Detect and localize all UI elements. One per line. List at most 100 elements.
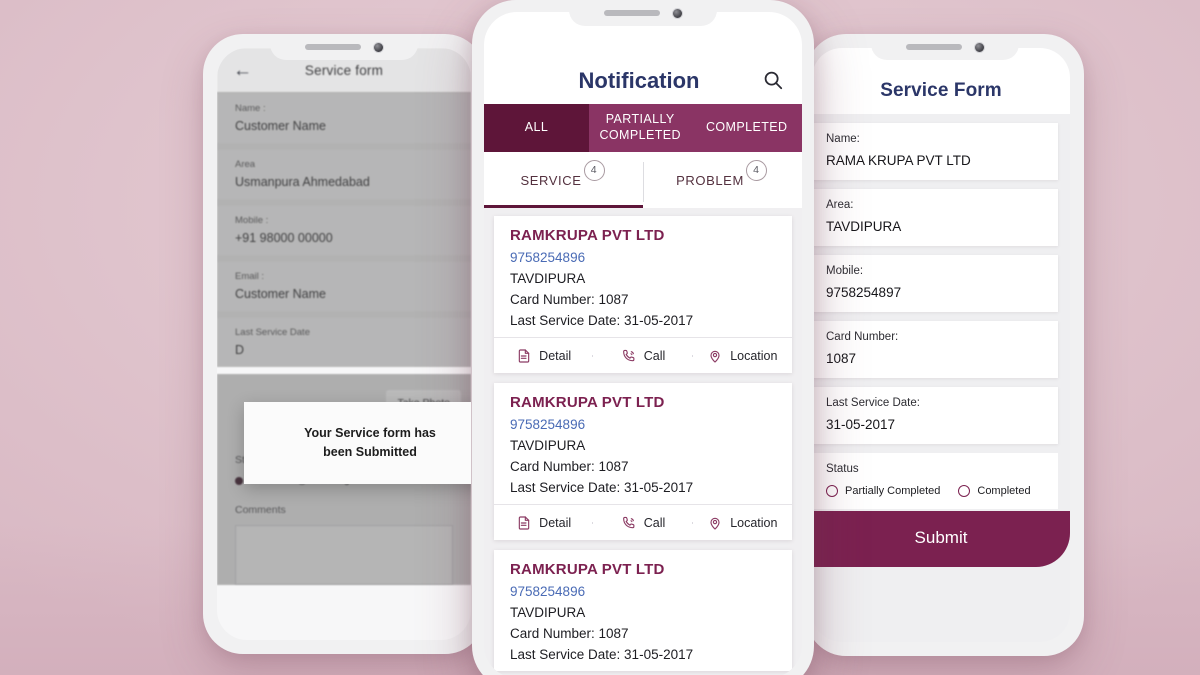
detail-label: Detail xyxy=(539,515,572,530)
tab-problem-label: PROBLEM xyxy=(676,172,744,188)
left-service-form-screen: ← Service form Name : Customer Name Area… xyxy=(217,48,471,640)
mid-phone-notch xyxy=(569,0,717,26)
right-status-radio-group: Partially Completed Completed xyxy=(826,485,1044,497)
submit-button[interactable]: Submit xyxy=(812,511,1070,567)
area: TAVDIPURA xyxy=(510,271,586,286)
radio-unselected-icon xyxy=(958,485,971,497)
area: TAVDIPURA xyxy=(510,605,586,620)
left-page-title: Service form xyxy=(304,62,384,78)
call-button[interactable]: Call xyxy=(593,348,693,364)
notification-card-body: RAMKRUPA PVT LTD 9758254896 TAVDIPURA Ca… xyxy=(494,383,792,504)
phone-number[interactable]: 9758254896 xyxy=(510,584,776,599)
detail-button[interactable]: Detail xyxy=(494,515,594,531)
field-label: Last Service Date: xyxy=(826,397,920,409)
dialog-message-line1: Your Service form has xyxy=(304,425,436,440)
submitted-dialog: ✕ Your Service form has been Submitted xyxy=(244,402,471,484)
right-page-title: Service Form xyxy=(880,80,1002,101)
right-phone-notch xyxy=(871,34,1019,60)
left-phone-notch xyxy=(270,34,418,60)
right-field-last-service-date[interactable]: Last Service Date: 31-05-2017 xyxy=(812,387,1058,444)
radio-unselected-icon xyxy=(826,485,838,497)
location-label: Location xyxy=(730,515,778,530)
field-label: Mobile: xyxy=(826,265,864,277)
field-value: Customer Name xyxy=(235,287,326,301)
field-label: Name: xyxy=(826,133,860,145)
call-label: Call xyxy=(643,515,666,530)
left-form-fields: Name : Customer Name Area Usmanpura Ahme… xyxy=(217,92,471,367)
card-number: Card Number: 1087 xyxy=(510,459,629,474)
left-field-area[interactable]: Area Usmanpura Ahmedabad xyxy=(217,150,471,199)
speaker-icon xyxy=(905,44,962,50)
segment-tab-partially-completed[interactable]: PARTIALLY COMPLETED xyxy=(589,104,692,152)
phone-number[interactable]: 9758254896 xyxy=(510,250,776,265)
phone-ring-icon xyxy=(621,348,637,364)
detail-button[interactable]: Detail xyxy=(494,348,594,364)
last-service-date: Last Service Date: 31-05-2017 xyxy=(510,647,694,662)
right-field-name[interactable]: Name: RAMA KRUPA PVT LTD xyxy=(812,123,1058,180)
phone-ring-icon xyxy=(621,515,637,531)
search-icon[interactable] xyxy=(762,69,784,91)
left-field-name[interactable]: Name : Customer Name xyxy=(217,94,471,143)
right-form-body: Name: RAMA KRUPA PVT LTD Area: TAVDIPURA… xyxy=(812,114,1070,567)
document-icon xyxy=(516,348,532,364)
segment-tab-completed[interactable]: COMPLETED xyxy=(691,104,802,152)
right-radio-partially-completed[interactable]: Partially Completed xyxy=(826,485,940,497)
tab-problem[interactable]: PROBLEM 4 xyxy=(643,152,802,208)
field-value: RAMA KRUPA PVT LTD xyxy=(826,153,971,168)
card-number: Card Number: 1087 xyxy=(510,626,629,641)
left-comments-label: Comments xyxy=(235,504,286,516)
location-label: Location xyxy=(730,348,778,363)
comments-textarea[interactable] xyxy=(235,525,453,585)
detail-label: Detail xyxy=(539,348,572,363)
notification-card-body: RAMKRUPA PVT LTD 9758254896 TAVDIPURA Ca… xyxy=(494,216,792,337)
call-label: Call xyxy=(643,348,666,363)
right-field-area[interactable]: Area: TAVDIPURA xyxy=(812,189,1058,246)
active-tab-indicator xyxy=(484,205,643,208)
category-tabs: SERVICE 4 PROBLEM 4 xyxy=(484,152,802,208)
field-value: D xyxy=(235,343,245,357)
dialog-message-line2: been Submitted xyxy=(323,445,417,459)
status-segment-tabs: ALL PARTIALLY COMPLETED COMPLETED xyxy=(484,104,802,152)
right-field-mobile[interactable]: Mobile: 9758254897 xyxy=(812,255,1058,312)
notification-card-actions: Detail Call Location xyxy=(494,504,792,540)
segment-tab-all[interactable]: ALL xyxy=(484,104,589,152)
last-service-date: Last Service Date: 31-05-2017 xyxy=(510,480,694,495)
right-phone-device: Service Form Name: RAMA KRUPA PVT LTD Ar… xyxy=(806,34,1084,656)
field-label: Card Number: xyxy=(826,331,899,343)
field-label: Area: xyxy=(826,199,854,211)
camera-icon xyxy=(671,7,683,19)
company-name: RAMKRUPA PVT LTD xyxy=(510,394,665,411)
field-value: Usmanpura Ahmedabad xyxy=(235,175,370,189)
right-radio-completed[interactable]: Completed xyxy=(958,485,1031,497)
document-icon xyxy=(516,515,532,531)
notification-page-title: Notification xyxy=(578,68,700,93)
field-label: Mobile : xyxy=(235,215,269,226)
notification-card-actions: Detail Call Location xyxy=(494,337,792,373)
dialog-message: Your Service form has been Submitted xyxy=(278,424,462,463)
left-field-mobile[interactable]: Mobile : +91 98000 00000 xyxy=(217,206,471,255)
notification-card[interactable]: RAMKRUPA PVT LTD 9758254896 TAVDIPURA Ca… xyxy=(494,216,792,373)
location-button[interactable]: Location xyxy=(693,515,792,531)
camera-icon xyxy=(973,41,985,53)
notification-card[interactable]: RAMKRUPA PVT LTD 9758254896 TAVDIPURA Ca… xyxy=(494,383,792,540)
speaker-icon xyxy=(304,44,361,50)
tab-service[interactable]: SERVICE 4 xyxy=(484,152,643,208)
field-label: Area xyxy=(235,159,256,170)
map-pin-icon xyxy=(707,348,723,364)
field-value: TAVDIPURA xyxy=(826,219,902,234)
notification-list[interactable]: RAMKRUPA PVT LTD 9758254896 TAVDIPURA Ca… xyxy=(484,208,802,675)
call-button[interactable]: Call xyxy=(593,515,693,531)
left-phone-device: ← Service form Name : Customer Name Area… xyxy=(203,34,485,654)
right-phone-screen: Service Form Name: RAMA KRUPA PVT LTD Ar… xyxy=(812,48,1070,642)
left-field-email[interactable]: Email : Customer Name xyxy=(217,262,471,311)
right-status-heading: Status xyxy=(826,463,859,475)
phone-number[interactable]: 9758254896 xyxy=(510,417,776,432)
location-button[interactable]: Location xyxy=(693,348,792,364)
company-name: RAMKRUPA PVT LTD xyxy=(510,227,665,244)
mid-phone-screen: Notification ALL PARTIALLY COMPLETED COM… xyxy=(484,12,802,675)
left-field-last-service-date[interactable]: Last Service Date D xyxy=(217,318,471,367)
left-phone-screen: ← Service form Name : Customer Name Area… xyxy=(217,48,471,640)
right-field-card-number[interactable]: Card Number: 1087 xyxy=(812,321,1058,378)
tab-service-label: SERVICE xyxy=(520,172,582,188)
notification-card[interactable]: RAMKRUPA PVT LTD 9758254896 TAVDIPURA Ca… xyxy=(494,550,792,671)
